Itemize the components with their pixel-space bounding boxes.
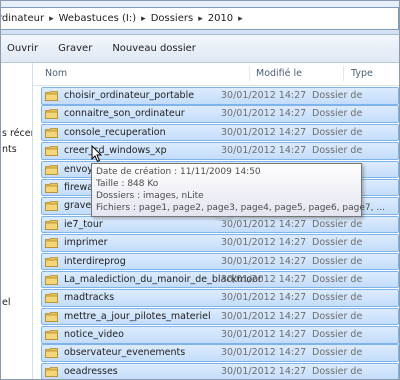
mouse-cursor-icon: [91, 145, 103, 163]
column-divider[interactable]: [343, 66, 344, 81]
file-type: Dossier de: [312, 126, 363, 138]
new-folder-button[interactable]: Nouveau dossier: [102, 43, 206, 54]
file-list: choisir_ordinateur_portable 30/01/2012 14…: [33, 87, 399, 379]
nav-item-documents[interactable]: nts: [2, 144, 17, 155]
file-row[interactable]: mettre_a_jour_pilotes_materiel 30/01/2012…: [41, 307, 399, 326]
folder-icon: [45, 91, 58, 101]
explorer-window: rdinateur ▸ Webastuces (I:) ▸ Dossiers ▸…: [0, 0, 400, 380]
file-row[interactable]: console_recuperation 30/01/2012 14:27 Doss…: [41, 123, 399, 142]
file-name: connaitre_son_ordinateur: [64, 108, 185, 120]
folder-icon: [45, 348, 58, 359]
file-row[interactable]: notice_video 30/01/2012 14:27 Dossier de: [41, 326, 399, 344]
file-name: ie7_tour: [64, 218, 103, 230]
tooltip-size: Taille : 848 Ko: [96, 179, 159, 189]
file-type: Dossier de: [312, 237, 363, 249]
folder-icon: [45, 238, 58, 249]
chevron-right-icon[interactable]: ▸: [237, 14, 244, 24]
breadcrumb-2010[interactable]: 2010: [204, 13, 237, 24]
file-name: madtracks: [64, 292, 115, 304]
folder-icon: [45, 219, 58, 230]
file-type: Dossier de: [312, 145, 363, 157]
folder-icon: [45, 275, 58, 285]
folder-icon: [45, 146, 58, 157]
folder-icon: [45, 366, 58, 377]
tooltip-files: Fichiers : page1, page2, page3, page4, p…: [96, 203, 385, 213]
file-name: observateur_evenements: [64, 347, 186, 359]
column-divider[interactable]: [249, 66, 250, 81]
file-row[interactable]: observateur_evenements 30/01/2012 14:27 Do…: [41, 344, 399, 362]
breadcrumb-drive[interactable]: Webastuces (I:): [55, 13, 141, 24]
file-type: Dossier de: [312, 347, 363, 359]
folder-icon: [45, 330, 58, 340]
folder-icon: [45, 256, 58, 267]
file-modified: 30/01/2012 14:27: [221, 329, 307, 341]
tooltip-folders: Dossiers : images, nLite: [96, 191, 204, 201]
file-name: interdireprog: [64, 255, 126, 267]
breadcrumb[interactable]: rdinateur ▸ Webastuces (I:) ▸ Dossiers ▸…: [1, 7, 399, 30]
file-name: mettre_a_jour_pilotes_materiel: [64, 310, 211, 322]
folder-icon: [45, 164, 58, 175]
file-name: choisir_ordinateur_portable: [64, 90, 195, 101]
file-type: Dossier de: [312, 90, 363, 101]
file-type: Dossier de: [312, 365, 363, 377]
file-modified: 30/01/2012 14:27: [221, 237, 307, 249]
file-modified: 30/01/2012 14:27: [221, 292, 307, 304]
new-folder-label: Nouveau dossier: [112, 43, 196, 54]
nav-item-panel[interactable]: el: [2, 297, 10, 308]
file-modified: 30/01/2012 14:27: [221, 255, 307, 267]
file-modified: 30/01/2012 14:27: [221, 273, 307, 285]
file-type: Dossier de: [312, 292, 363, 304]
column-modified[interactable]: Modifié le: [256, 68, 302, 79]
file-type: Dossier de: [312, 310, 363, 322]
file-name: creer_cd_windows_xp: [64, 145, 167, 157]
file-type: Dossier de: [312, 108, 363, 120]
file-name: notice_video: [64, 329, 124, 341]
open-button[interactable]: Ouvrir: [1, 43, 48, 54]
command-bar: Ouvrir Graver Nouveau dossier: [1, 35, 399, 63]
file-type: Dossier de: [312, 273, 363, 285]
column-type[interactable]: Type: [351, 68, 373, 79]
folder-icon: [45, 201, 58, 212]
breadcrumb-dossiers[interactable]: Dossiers: [147, 13, 198, 24]
file-row[interactable]: connaitre_son_ordinateur 30/01/2012 14:27…: [41, 105, 399, 123]
burn-label: Graver: [58, 43, 93, 54]
file-modified: 30/01/2012 14:27: [221, 108, 307, 120]
file-type: Dossier de: [312, 255, 363, 267]
file-row[interactable]: La_malediction_du_manoir_de_blackmoor 30/…: [41, 270, 399, 289]
address-bar: rdinateur ▸ Webastuces (I:) ▸ Dossiers ▸…: [1, 1, 399, 35]
file-row[interactable]: madtracks 30/01/2012 14:27 Dossier de: [41, 289, 399, 307]
folder-info-tooltip: Date de création : 11/11/2009 14:50 Tail…: [91, 163, 385, 217]
tooltip-created: Date de création : 11/11/2009 14:50: [96, 167, 261, 177]
file-modified: 30/01/2012 14:27: [221, 365, 307, 377]
folder-icon: [45, 127, 58, 138]
file-row[interactable]: choisir_ordinateur_portable 30/01/2012 14…: [41, 87, 399, 105]
file-modified: 30/01/2012 14:27: [221, 90, 307, 101]
nav-item-recent[interactable]: s récer: [2, 128, 32, 139]
file-row[interactable]: interdireprog 30/01/2012 14:27 Dossier de: [41, 252, 399, 271]
file-row[interactable]: imprimer 30/01/2012 14:27 Dossier de: [41, 234, 399, 252]
folder-icon: [45, 109, 58, 120]
column-name[interactable]: Nom: [45, 68, 67, 79]
file-name: console_recuperation: [64, 126, 166, 138]
burn-button[interactable]: Graver: [48, 43, 102, 54]
file-modified: 30/01/2012 14:27: [221, 347, 307, 359]
file-modified: 30/01/2012 14:27: [221, 126, 307, 138]
navigation-pane[interactable]: s récer nts el: [1, 63, 33, 379]
folder-icon: [45, 293, 58, 304]
column-headers: Nom Modifié le Type: [33, 63, 399, 86]
file-name: imprimer: [64, 237, 108, 249]
file-type: Dossier de: [312, 329, 363, 341]
folder-icon: [45, 183, 58, 193]
folder-icon: [45, 311, 58, 322]
file-name: oeadresses: [64, 365, 118, 377]
file-row[interactable]: oeadresses 30/01/2012 14:27 Dossier de: [41, 362, 399, 379]
file-modified: 30/01/2012 14:27: [221, 145, 307, 157]
breadcrumb-computer[interactable]: rdinateur: [1, 13, 48, 24]
open-label: Ouvrir: [7, 43, 39, 54]
file-modified: 30/01/2012 14:27: [221, 310, 307, 322]
